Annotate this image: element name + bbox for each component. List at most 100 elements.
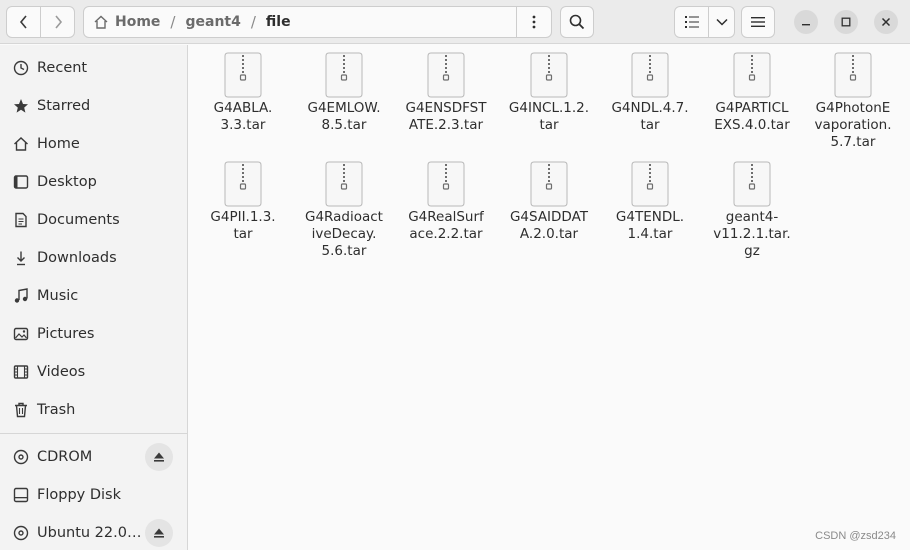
archive-file-icon xyxy=(427,52,465,98)
file-name: G4ABLA. 3.3.tar xyxy=(213,100,273,133)
file-name: G4ENSDFST ATE.2.3.tar xyxy=(405,100,487,133)
file-item[interactable]: G4ABLA. 3.3.tar xyxy=(193,52,293,134)
sidebar-item-label: Floppy Disk xyxy=(37,487,121,503)
path-bar: Home / geant4 / file xyxy=(83,6,552,38)
sidebar-item-label: CDROM xyxy=(37,449,93,465)
archive-file-icon xyxy=(733,161,771,207)
archive-file-icon xyxy=(631,161,669,207)
desktop-icon xyxy=(12,173,30,191)
sidebar-item-label: Trash xyxy=(37,402,76,418)
sidebar-item-label: Music xyxy=(37,288,79,304)
archive-file-icon xyxy=(631,52,669,98)
main-menu-button[interactable] xyxy=(741,6,775,38)
sidebar-item-trash[interactable]: Trash xyxy=(0,391,187,429)
kebab-menu-icon xyxy=(532,15,536,29)
sidebar-item-desktop[interactable]: Desktop xyxy=(0,163,187,201)
sidebar-item-label: Downloads xyxy=(37,250,117,266)
file-item[interactable]: G4PhotonE vaporation. 5.7.tar xyxy=(803,52,903,151)
file-item[interactable]: G4SAIDDAT A.2.0.tar xyxy=(499,161,599,243)
archive-file-icon xyxy=(733,52,771,98)
hamburger-menu-icon xyxy=(751,17,765,27)
search-icon xyxy=(569,14,585,30)
sidebar-item-ubuntu[interactable]: Ubuntu 22.0… xyxy=(0,514,187,550)
sidebar-item-label: Pictures xyxy=(37,326,95,342)
trash-icon xyxy=(12,401,30,419)
path-segment-current[interactable]: file xyxy=(266,14,291,30)
sidebar-item-documents[interactable]: Documents xyxy=(0,201,187,239)
sidebar-item-music[interactable]: Music xyxy=(0,277,187,315)
eject-button[interactable] xyxy=(145,443,173,471)
file-grid: G4ABLA. 3.3.tar G4EMLOW. 8.5.tar G4ENSDF… xyxy=(189,45,910,550)
path-home-button[interactable]: Home xyxy=(84,14,160,30)
file-item[interactable]: G4EMLOW. 8.5.tar xyxy=(294,52,394,134)
back-button[interactable] xyxy=(6,6,41,38)
archive-file-icon xyxy=(325,52,363,98)
search-button[interactable] xyxy=(560,6,594,38)
view-options-button[interactable] xyxy=(708,6,735,38)
file-item[interactable]: G4RealSurf ace.2.2.tar xyxy=(396,161,496,243)
forward-button[interactable] xyxy=(40,6,75,38)
file-name: G4PhotonE vaporation. 5.7.tar xyxy=(814,100,892,150)
file-item[interactable]: geant4- v11.2.1.tar. gz xyxy=(702,161,802,260)
video-icon xyxy=(12,363,30,381)
sidebar-item-label: Ubuntu 22.0… xyxy=(37,525,142,541)
list-view-icon xyxy=(684,16,699,28)
sidebar-item-pictures[interactable]: Pictures xyxy=(0,315,187,353)
maximize-button[interactable] xyxy=(834,10,858,34)
file-item[interactable]: G4PARTICL EXS.4.0.tar xyxy=(702,52,802,134)
home-icon xyxy=(12,135,30,153)
file-name: G4PARTICL EXS.4.0.tar xyxy=(714,100,790,133)
sidebar-item-videos[interactable]: Videos xyxy=(0,353,187,391)
list-view-button[interactable] xyxy=(674,6,709,38)
sidebar-item-downloads[interactable]: Downloads xyxy=(0,239,187,277)
sidebar-item-cdrom[interactable]: CDROM xyxy=(0,438,187,476)
path-segment-parent[interactable]: geant4 xyxy=(185,14,240,30)
file-item[interactable]: G4INCL.1.2. tar xyxy=(499,52,599,134)
archive-file-icon xyxy=(224,161,262,207)
file-item[interactable]: G4Radioact iveDecay. 5.6.tar xyxy=(294,161,394,260)
sidebar-item-starred[interactable]: Starred xyxy=(0,87,187,125)
chevron-left-icon xyxy=(19,15,27,29)
path-separator: / xyxy=(250,13,256,31)
archive-file-icon xyxy=(530,161,568,207)
watermark: CSDN @zsd234 xyxy=(815,530,896,542)
sidebar-divider xyxy=(0,433,187,434)
sidebar-item-home[interactable]: Home xyxy=(0,125,187,163)
file-item[interactable]: G4TENDL. 1.4.tar xyxy=(600,161,700,243)
close-button[interactable] xyxy=(874,10,898,34)
path-separator: / xyxy=(170,13,176,31)
sidebar-item-floppy-disk[interactable]: Floppy Disk xyxy=(0,476,187,514)
document-icon xyxy=(12,211,30,229)
chevron-right-icon xyxy=(54,15,62,29)
file-name: G4PII.1.3. tar xyxy=(210,209,276,242)
path-home-label: Home xyxy=(115,14,161,30)
close-icon xyxy=(881,17,891,27)
sidebar-item-label: Home xyxy=(37,136,80,152)
eject-button[interactable] xyxy=(145,519,173,547)
file-name: G4Radioact iveDecay. 5.6.tar xyxy=(305,209,383,259)
file-name: geant4- v11.2.1.tar. gz xyxy=(713,209,791,259)
file-name: G4EMLOW. 8.5.tar xyxy=(307,100,381,133)
header-bar: Home / geant4 / file xyxy=(0,0,910,44)
file-item[interactable]: G4ENSDFST ATE.2.3.tar xyxy=(396,52,496,134)
archive-file-icon xyxy=(834,52,872,98)
sidebar-item-recent[interactable]: Recent xyxy=(0,49,187,87)
download-icon xyxy=(12,249,30,267)
clock-icon xyxy=(12,59,30,77)
sidebar-item-label: Documents xyxy=(37,212,120,228)
sidebar-item-label: Recent xyxy=(37,60,88,76)
music-icon xyxy=(12,287,30,305)
sidebar-item-label: Starred xyxy=(37,98,91,114)
path-menu-button[interactable] xyxy=(516,7,551,37)
sidebar-item-label: Videos xyxy=(37,364,86,380)
eject-icon xyxy=(154,452,164,462)
file-item[interactable]: G4NDL.4.7. tar xyxy=(600,52,700,134)
file-item[interactable]: G4PII.1.3. tar xyxy=(193,161,293,243)
minimize-icon xyxy=(802,24,810,26)
minimize-button[interactable] xyxy=(794,10,818,34)
disc-icon xyxy=(12,524,30,542)
file-name: G4INCL.1.2. tar xyxy=(508,100,590,133)
archive-file-icon xyxy=(224,52,262,98)
home-icon xyxy=(94,15,108,29)
archive-file-icon xyxy=(530,52,568,98)
